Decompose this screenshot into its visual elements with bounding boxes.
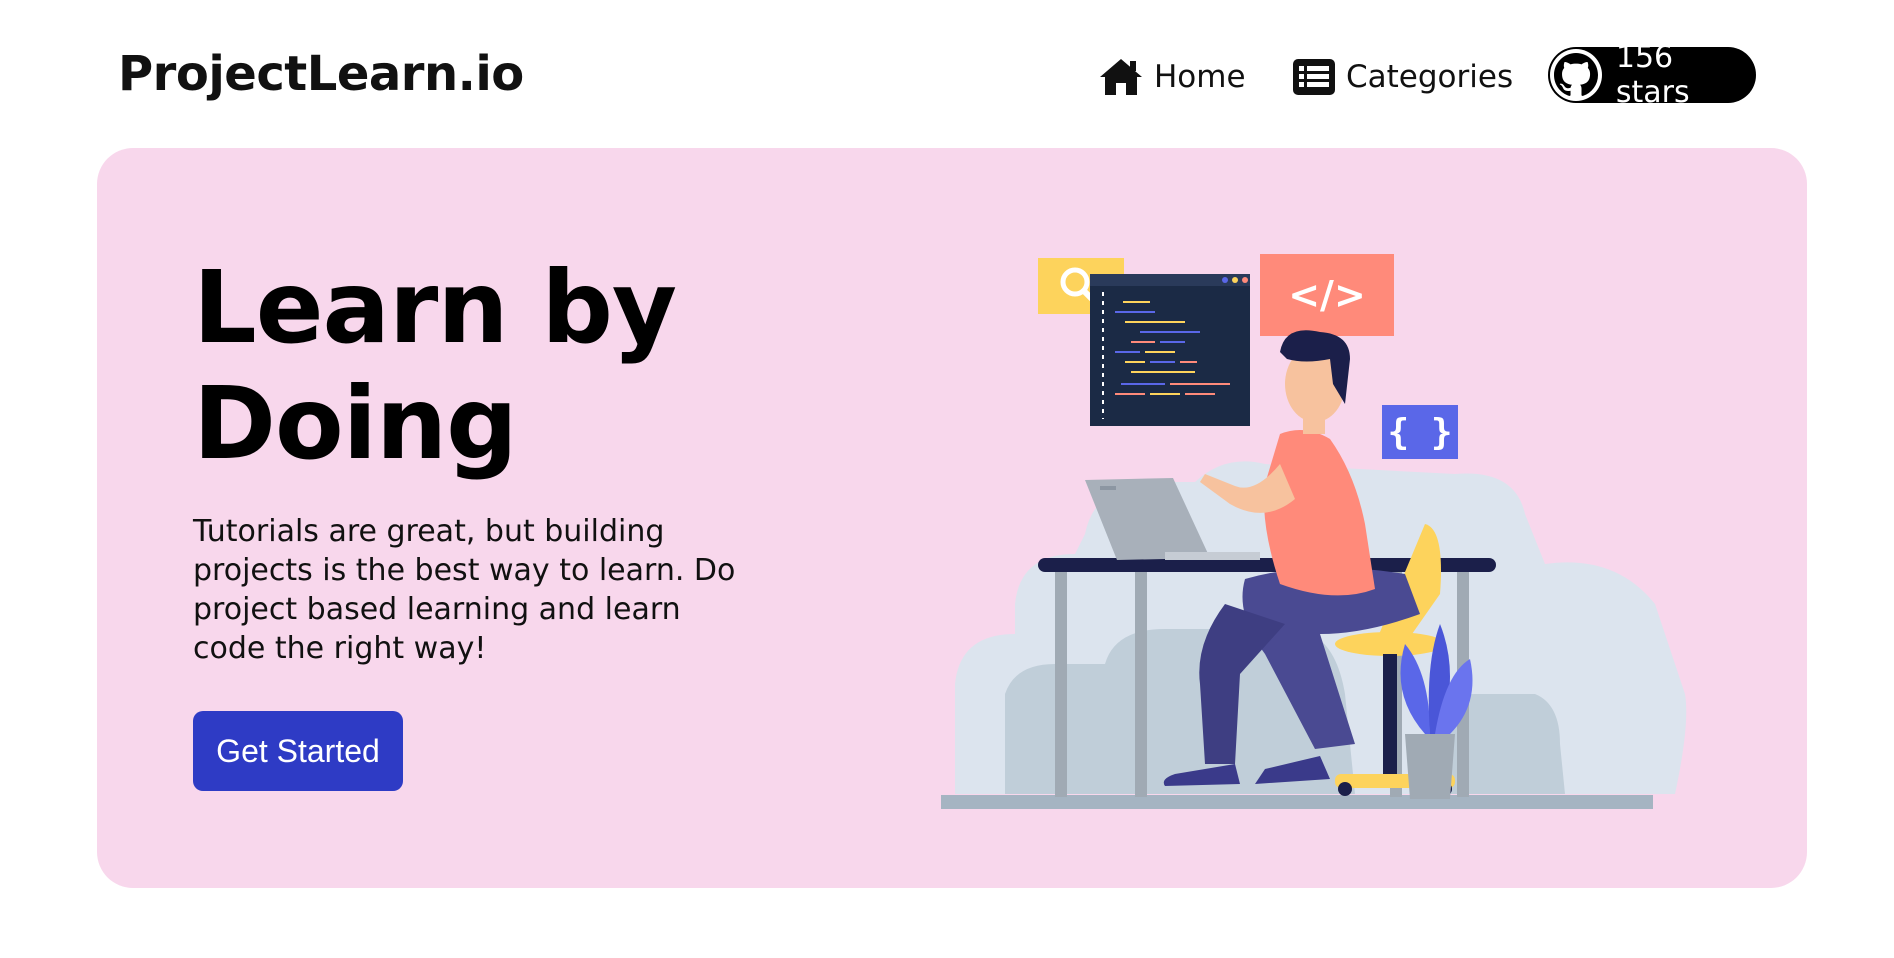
hero-description: Tutorials are great, but building projec…	[193, 514, 736, 666]
nav-home-link[interactable]: Home	[1098, 54, 1246, 100]
brand-logo[interactable]: ProjectLearn.io	[118, 46, 524, 102]
nav-home-label: Home	[1154, 59, 1246, 95]
github-stars-badge[interactable]: 156 stars	[1548, 40, 1756, 110]
floor-line	[941, 795, 1653, 809]
home-icon	[1100, 59, 1142, 95]
code-tag-text: </>	[1288, 273, 1366, 317]
hero-title: Learn by Doing	[193, 250, 793, 482]
code-monitor	[1090, 274, 1250, 426]
site-header: ProjectLearn.io Home Categories 156 star…	[0, 0, 1894, 146]
person-torso	[1264, 430, 1375, 596]
plant-pot	[1405, 734, 1455, 799]
desk-leg	[1055, 572, 1067, 797]
list-icon	[1293, 59, 1335, 95]
hero-title-line-1: Learn by	[193, 249, 677, 366]
hero-section: Learn by Doing Tutorials are great, but …	[97, 148, 1807, 888]
braces-text: { }	[1387, 412, 1452, 453]
chair-seat	[1335, 632, 1445, 656]
get-started-button[interactable]: Get Started	[193, 711, 403, 791]
hero-title-line-2: Doing	[193, 365, 518, 482]
developer-illustration: </> { }	[941, 254, 1687, 809]
nav-categories-link[interactable]: Categories	[1292, 54, 1513, 100]
github-stars-label: 156 stars	[1615, 40, 1690, 110]
github-icon	[1550, 49, 1602, 101]
nav-categories-label: Categories	[1346, 59, 1514, 95]
